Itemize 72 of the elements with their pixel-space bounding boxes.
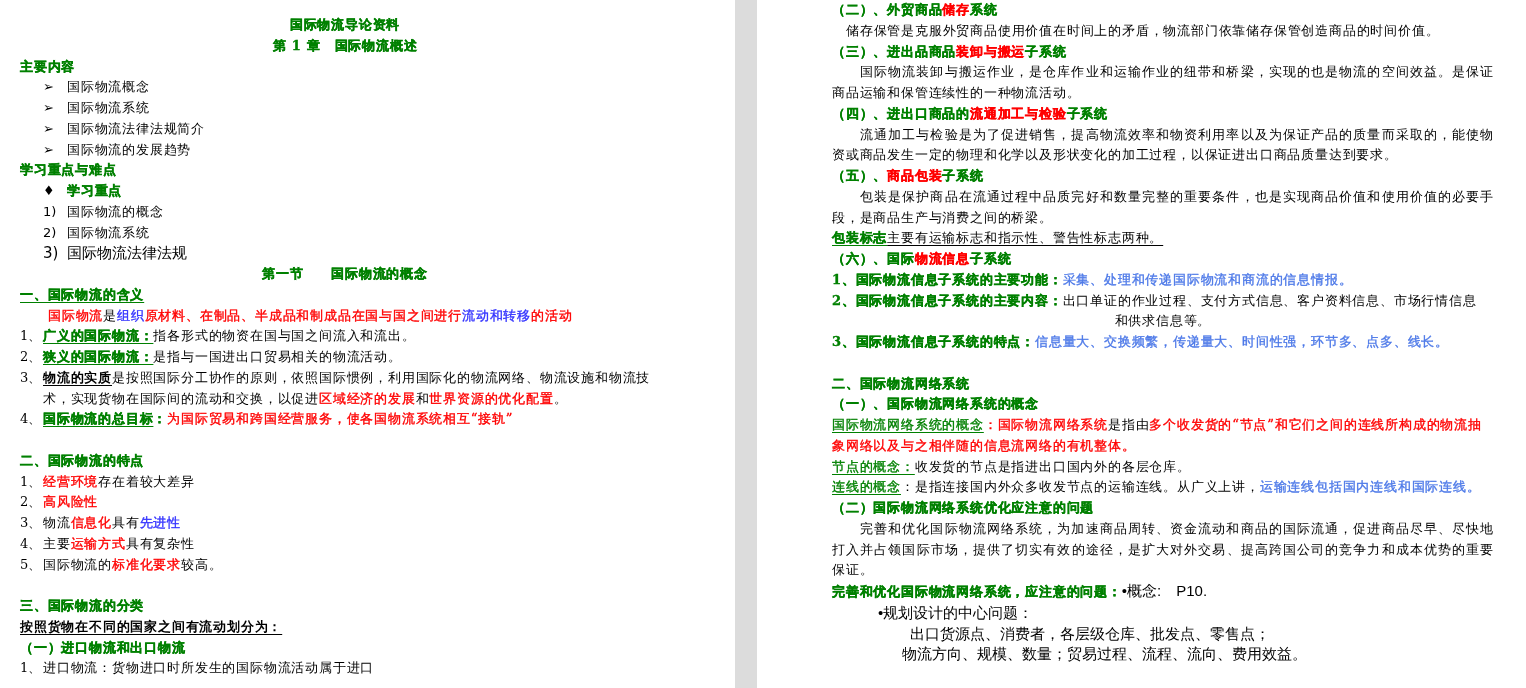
text-line: 一、国际物流的含义	[20, 285, 146, 304]
list-item-text: 物流信息化具有先进性	[43, 514, 183, 532]
list-marker: ➢	[43, 140, 55, 159]
text-line: 二、国际物流的特点	[20, 451, 146, 470]
list-item-text: 物流的实质是按照国际分工协作的原则，依照国际惯例，利用国际化的物流网络、物流设施和物流技术，实现货物在国际间的流动和交换，以促进区域经济的发展和世界资源的优化配置。	[43, 368, 652, 408]
text-line: 二、国际物流网络系统	[832, 374, 971, 393]
text-line: （三）、进出品商品装卸与搬运子系统	[832, 42, 1068, 61]
text-line: （五）、商品包装子系统	[832, 167, 985, 185]
text-line: 三、国际物流的分类	[20, 597, 146, 615]
list-marker: 1、	[20, 327, 43, 346]
text-line: （二）、外贸商品储存系统	[832, 1, 999, 19]
paragraph: 包装是保护商品在流通过程中品质完好和数量完整的重要条件，也是实现商品价值和使用价值的必要手段，是商品生产与消费之间的桥梁。	[832, 187, 1494, 227]
list-item-text: 经营环境存在着较大差异	[43, 472, 196, 491]
text-line: 3、国际物流信息子系统的特点：信息量大、交换频繁，传递量大、时间性强，环节多、点多、线长。	[832, 333, 1451, 351]
paragraph: 储存保管是克服外贸商品使用价值在时间上的矛盾，物流部门依靠储存保管创造商品的时间价值。	[845, 21, 1441, 40]
list-marker: ➢	[43, 78, 55, 97]
list-item-text: 进口物流：货物进口时所发生的国际物流活动属于进口	[43, 659, 376, 678]
paragraph: 流通加工与检验是为了促进销售，提高物流效率和物资利用率以及为保证产品的质量而采取的，能使物资或商品发生一定的物理和化学以及形状变化的加工过程，以保证进出口商品质量达到要求。	[832, 125, 1494, 165]
list-marker: 4、	[20, 410, 43, 429]
paragraph: 国际物流装卸与搬运作业，是仓库作业和运输作业的纽带和桥梁，实现的也是物流的空间效益。是保证商品运输和保管连续性的一种物流活动。	[832, 63, 1494, 102]
list-marker: 4、	[20, 534, 43, 553]
section-title: 第一节 国际物流的概念	[261, 265, 429, 283]
list-item-text: 国际物流的总目标：为国际贸易和跨国经营服务，使各国物流系统相互“接轨”	[43, 410, 515, 429]
list-item-text: 高风险性	[43, 493, 100, 512]
text-line: （一）、国际物流网络系统的概念	[832, 395, 1040, 414]
section-title: 和供求信息等。	[1113, 312, 1213, 331]
section-title: 第 1 章 国际物流概述	[271, 36, 419, 55]
list-marker: ➢	[43, 99, 55, 117]
text-line: 完善和优化国际物流网络系统，应注意的问题：•概念: P10.	[832, 581, 1209, 601]
list-item-text: 国际物流的发展趋势	[67, 140, 193, 159]
text-line: 连线的概念：是指连接国内外众多收发节点的运输连线。从广义上讲，运输连线包括国内连线和国际连线。	[832, 478, 1482, 497]
note-line: 物流方向、规模、数量；贸易过程、流程、流向、费用效益。	[901, 644, 1308, 665]
section-title: 国际物流导论资料	[288, 16, 402, 34]
text-line: （四）、进出口商品的流通加工与检验子系统	[832, 104, 1109, 123]
list-item-text: 国际物流概念	[67, 78, 151, 97]
text-line: 2、国际物流信息子系统的主要内容：出口单证的作业过程、支付方式信息、客户资料信息、市场行情信息	[832, 291, 1478, 310]
paragraph: 国际物流是组织原材料、在制品、半成品和制成品在国与国之间进行流动和转移的活动	[47, 306, 574, 325]
list-marker: 1、	[20, 659, 43, 678]
list-item-text: 国际物流系统	[67, 223, 151, 242]
text-line: 学习重点与难点	[20, 161, 118, 180]
list-marker: 5、	[20, 555, 43, 574]
list-item-text: 国际物流系统	[67, 99, 151, 117]
list-item-text: 主要运输方式具有复杂性	[43, 534, 196, 553]
list-marker: 3、	[20, 368, 43, 387]
list-item-text: 国际物流法律法规	[67, 243, 188, 264]
list-marker: 1、	[20, 472, 43, 491]
list-marker: 2、	[20, 348, 43, 366]
list-marker: 1)	[43, 202, 58, 221]
list-item-text: 国际物流法律法规简介	[67, 119, 206, 138]
list-marker: 3)	[43, 243, 60, 264]
paragraph: 完善和优化国际物流网络系统，为加速商品周转、资金流动和商品的国际流通，促进商品尽早、尽快地打入并占领国际市场，提供了切实有效的途径，是扩大对外交易、提高跨国公司的竞争力和成本优势的重要保证。	[832, 519, 1494, 580]
text-line: 国际物流网络系统的概念：国际物流网络系统是指由多个收发货的“节点”和它们之间的连线所构成的物流抽象网络以及与之相伴随的信息流网络的有机整体。	[832, 416, 1483, 455]
list-item-text: 国际物流的标准化要求较高。	[43, 555, 224, 574]
list-item-text: 广义的国际物流：指各形式的物资在国与国之间流入和流出。	[43, 327, 417, 346]
list-marker: 2、	[20, 493, 43, 512]
text-line: 1、国际物流信息子系统的主要功能：采集、处理和传递国际物流和商流的信息情报。	[832, 270, 1354, 289]
list-marker: 3、	[20, 514, 43, 532]
text-line: （六）、国际物流信息子系统	[832, 250, 1013, 268]
text-line: 节点的概念：收发货的节点是指进出口国内外的各层仓库。	[832, 457, 1192, 476]
list-marker: 2)	[43, 223, 58, 242]
text-line: 包装标志主要有运输标志和指示性、警告性标志两种。	[832, 229, 1165, 248]
text-line: 主要内容	[20, 57, 77, 76]
note-line: •规划设计的中心问题：	[877, 602, 1035, 623]
list-marker: ♦	[43, 182, 56, 200]
list-item-text: 狭义的国际物流：是指与一国进出口贸易相关的物流活动。	[43, 348, 403, 366]
list-item-text: 国际物流的概念	[67, 202, 165, 221]
note-line: 出口货源点、消费者，各层级仓库、批发点、零售点；	[909, 623, 1271, 644]
text-line: （一）进口物流和出口物流	[20, 638, 187, 657]
text-line: （二）国际物流网络系统优化应注意的问题	[832, 499, 1096, 517]
list-item-text: 学习重点	[67, 182, 124, 200]
list-marker: ➢	[43, 119, 55, 138]
text-line: 按照货物在不同的国家之间有流动划分为：	[20, 617, 284, 636]
